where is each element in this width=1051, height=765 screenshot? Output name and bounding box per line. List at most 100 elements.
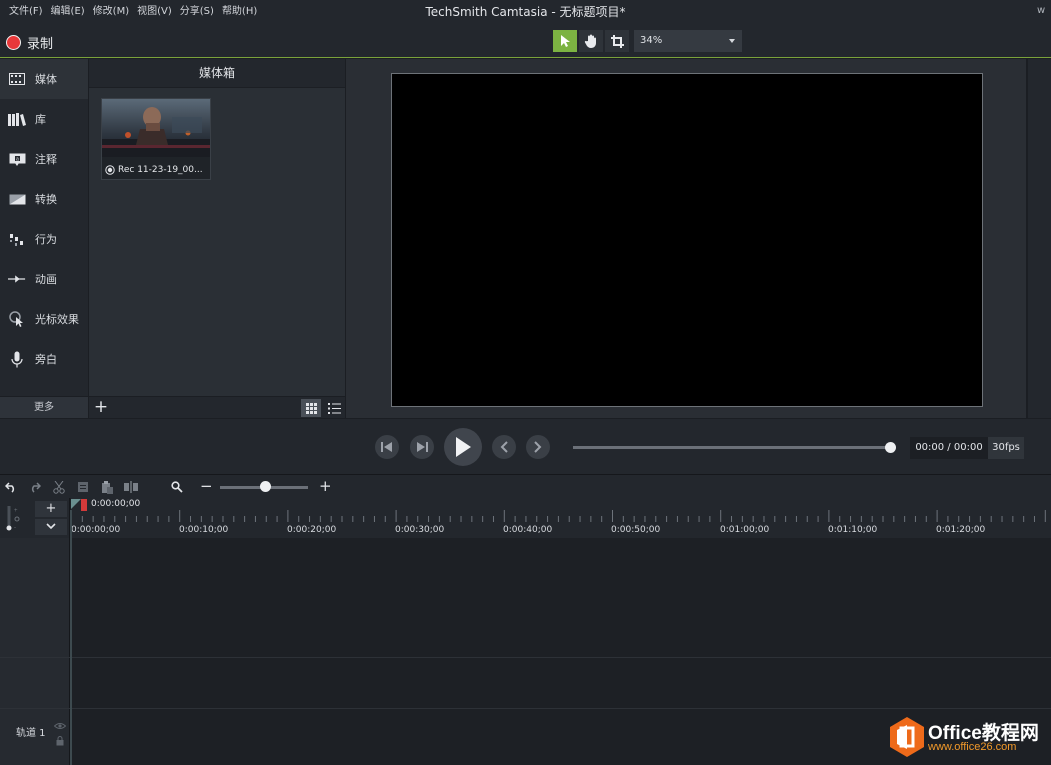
- split-icon: [124, 481, 138, 493]
- track-height-slider-icon[interactable]: +-: [5, 504, 21, 532]
- media-bin-panel: 媒体箱 Rec 11-23-19_00... +: [89, 59, 345, 418]
- rail-item-media[interactable]: 媒体: [0, 59, 88, 99]
- undo-icon: [5, 482, 15, 493]
- timeline-zoom-in-button[interactable]: +: [319, 477, 332, 495]
- play-button[interactable]: [444, 428, 482, 466]
- more-button[interactable]: 更多: [0, 396, 88, 418]
- menu-file[interactable]: 文件(F): [5, 0, 47, 24]
- media-bin-title: 媒体箱: [89, 59, 345, 88]
- copy-icon: [78, 482, 88, 492]
- timeline-zoom-handle[interactable]: [260, 481, 271, 492]
- clip-name-row: Rec 11-23-19_00...: [102, 161, 210, 179]
- playhead-time: 0:00:00;00: [91, 499, 141, 509]
- undo-button[interactable]: [3, 479, 19, 495]
- next-marker-button[interactable]: [526, 435, 550, 459]
- timeline-zoom-out-button[interactable]: −: [200, 477, 213, 495]
- track-label[interactable]: 轨道 1: [16, 724, 46, 739]
- window-control-partial[interactable]: w: [1037, 5, 1051, 16]
- fps-selector[interactable]: 30fps: [988, 437, 1024, 459]
- chevron-left-icon: [500, 441, 508, 453]
- preview-canvas[interactable]: [391, 73, 983, 407]
- cut-button[interactable]: [51, 479, 67, 495]
- svg-text:a: a: [16, 156, 19, 162]
- rail-item-label: 注释: [35, 153, 57, 166]
- redo-button[interactable]: [27, 479, 43, 495]
- list-view-icon: [327, 402, 341, 414]
- ruler-label: 0:00:50;00: [611, 525, 661, 535]
- rail-item-voice-narration[interactable]: 旁白: [0, 339, 88, 379]
- lock-icon[interactable]: [56, 736, 64, 746]
- preview-area: [346, 59, 1026, 418]
- timeline-ruler[interactable]: 0:00:00;00 0:00:10;00 0:00:20;00 0:00:30…: [71, 498, 1051, 538]
- chevron-down-icon: [729, 39, 735, 43]
- office-logo-icon: [890, 717, 924, 757]
- crop-tool-button[interactable]: [605, 30, 629, 52]
- tool-rail: 媒体 库 a 注释 转换 行为 动画 光标效果 旁白: [0, 59, 88, 396]
- rail-item-behaviors[interactable]: 行为: [0, 219, 88, 259]
- step-back-button[interactable]: [375, 435, 399, 459]
- scissors-icon: [53, 480, 65, 494]
- eye-icon[interactable]: [54, 722, 66, 730]
- timecode-display: 00:00 / 00:00: [910, 437, 988, 459]
- add-media-button[interactable]: +: [91, 398, 111, 418]
- clip-name: Rec 11-23-19_00...: [118, 165, 203, 175]
- step-back-icon: [381, 442, 392, 452]
- playhead-handle[interactable]: [71, 499, 81, 509]
- ruler-label: 0:00:00;00: [71, 525, 121, 535]
- add-track-button[interactable]: +: [35, 501, 67, 517]
- playback-scrubber-track[interactable]: [573, 446, 891, 449]
- search-icon: [171, 481, 183, 493]
- grid-view-button[interactable]: [301, 399, 321, 417]
- menu-share[interactable]: 分享(S): [176, 0, 218, 24]
- pointer-tool-button[interactable]: [553, 30, 577, 52]
- playback-scrubber-handle[interactable]: [885, 442, 896, 453]
- title-bar: TechSmith Camtasia - 无标题项目* 文件(F) 编辑(E) …: [0, 0, 1051, 24]
- rail-item-label: 库: [35, 113, 46, 126]
- menu-modify[interactable]: 修改(M): [89, 0, 133, 24]
- rail-item-label: 转换: [35, 193, 57, 206]
- redo-icon: [31, 482, 41, 493]
- track-divider: [0, 708, 1051, 709]
- menu-edit[interactable]: 编辑(E): [47, 0, 89, 24]
- playhead-marker[interactable]: [81, 499, 87, 511]
- properties-panel-collapsed[interactable]: [1027, 59, 1051, 418]
- rail-item-cursor-effects[interactable]: 光标效果: [0, 299, 88, 339]
- library-books-icon: [8, 110, 26, 128]
- playback-controls: 00:00 / 00:00 30fps: [0, 419, 1051, 474]
- media-clip-thumbnail[interactable]: Rec 11-23-19_00...: [101, 98, 211, 180]
- svg-text:+: +: [14, 508, 18, 514]
- menu-view[interactable]: 视图(V): [133, 0, 176, 24]
- track-options-button[interactable]: [35, 519, 67, 535]
- copy-button[interactable]: [75, 479, 91, 495]
- pan-tool-button[interactable]: [579, 30, 603, 52]
- previous-marker-button[interactable]: [492, 435, 516, 459]
- zoom-value: 34%: [640, 35, 663, 46]
- rail-item-library[interactable]: 库: [0, 99, 88, 139]
- rail-item-label: 行为: [35, 233, 57, 246]
- menu-help[interactable]: 帮助(H): [218, 0, 261, 24]
- ruler-label: 0:01:20;00: [936, 525, 986, 535]
- rail-item-transitions[interactable]: 转换: [0, 179, 88, 219]
- zoom-to-fit-button[interactable]: [169, 479, 185, 495]
- paste-button[interactable]: [99, 479, 115, 495]
- watermark-url: www.office26.com: [928, 741, 1017, 753]
- rail-item-label: 光标效果: [35, 313, 79, 326]
- rail-item-annotations[interactable]: a 注释: [0, 139, 88, 179]
- rail-item-label: 动画: [35, 273, 57, 286]
- step-forward-icon: [417, 442, 428, 452]
- step-forward-button[interactable]: [410, 435, 434, 459]
- ruler-label: 0:00:30;00: [395, 525, 445, 535]
- behavior-icon: [8, 230, 26, 248]
- zoom-dropdown[interactable]: 34%: [634, 30, 742, 52]
- split-button[interactable]: [123, 479, 139, 495]
- timeline-header-controls: + - +: [0, 498, 70, 538]
- media-film-icon: [8, 70, 26, 88]
- media-bin-footer: +: [89, 396, 345, 418]
- annotation-icon: a: [8, 150, 26, 168]
- list-view-button[interactable]: [324, 399, 344, 417]
- main-toolbar: 录制 34%: [0, 24, 1051, 58]
- rail-item-label: 旁白: [35, 353, 57, 366]
- timeline-toolbar: − +: [0, 474, 1051, 498]
- rail-item-animations[interactable]: 动画: [0, 259, 88, 299]
- record-button[interactable]: 录制: [6, 33, 53, 52]
